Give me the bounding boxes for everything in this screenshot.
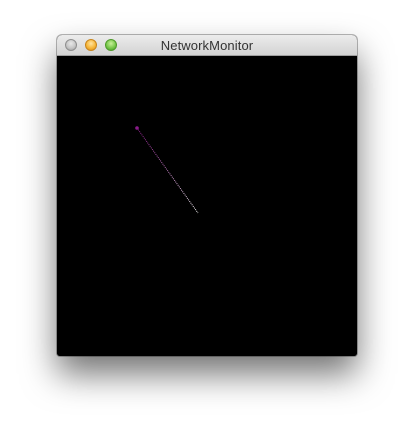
network-canvas xyxy=(57,56,357,356)
network-trace-line xyxy=(136,127,199,214)
network-node-start xyxy=(135,126,139,130)
network-visualization xyxy=(135,126,199,214)
window-title: NetworkMonitor xyxy=(160,38,254,53)
title-bar[interactable]: NetworkMonitor xyxy=(57,35,357,56)
app-window: NetworkMonitor xyxy=(57,35,357,356)
